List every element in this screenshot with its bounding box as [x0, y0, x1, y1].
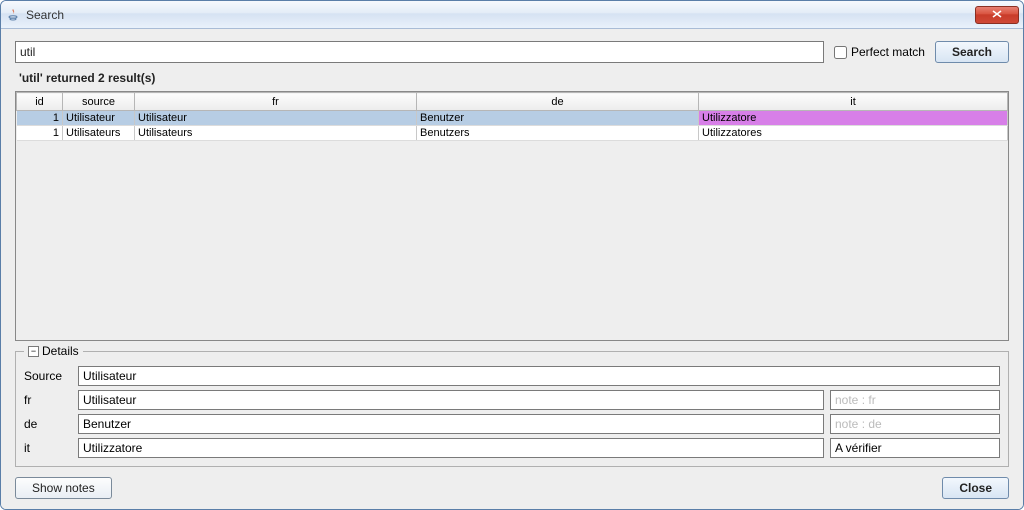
- window-close-button[interactable]: [975, 6, 1019, 24]
- perfect-match-label[interactable]: Perfect match: [834, 45, 925, 59]
- cell-de: Benutzer: [417, 111, 699, 126]
- content-area: Perfect match Search 'util' returned 2 r…: [1, 29, 1023, 509]
- col-de[interactable]: de: [417, 93, 699, 111]
- cell-fr: Utilisateur: [135, 111, 417, 126]
- it-field[interactable]: [78, 438, 824, 458]
- label-source: Source: [24, 369, 72, 383]
- fr-note-field[interactable]: [830, 390, 1000, 410]
- close-button[interactable]: Close: [942, 477, 1009, 499]
- cell-fr: Utilisateurs: [135, 126, 417, 141]
- col-id[interactable]: id: [17, 93, 63, 111]
- collapse-toggle-icon[interactable]: −: [28, 346, 39, 357]
- search-window: Search Perfect match Search 'util' retur…: [0, 0, 1024, 510]
- de-field[interactable]: [78, 414, 824, 434]
- details-title: − Details: [24, 344, 83, 358]
- results-table: id source fr de it 1 Utilisateur Utilisa…: [16, 92, 1008, 141]
- it-note-field[interactable]: [830, 438, 1000, 458]
- show-notes-button[interactable]: Show notes: [15, 477, 112, 499]
- bottom-button-row: Show notes Close: [15, 477, 1009, 499]
- de-note-field[interactable]: [830, 414, 1000, 434]
- java-icon: [5, 7, 21, 23]
- label-fr: fr: [24, 393, 72, 407]
- cell-de: Benutzers: [417, 126, 699, 141]
- search-input[interactable]: [15, 41, 824, 63]
- results-table-wrap: id source fr de it 1 Utilisateur Utilisa…: [15, 91, 1009, 341]
- results-summary: 'util' returned 2 result(s): [15, 69, 1009, 85]
- cell-source: Utilisateur: [63, 111, 135, 126]
- source-field[interactable]: [78, 366, 1000, 386]
- titlebar: Search: [1, 1, 1023, 29]
- cell-id: 1: [17, 111, 63, 126]
- label-de: de: [24, 417, 72, 431]
- perfect-match-text: Perfect match: [851, 45, 925, 59]
- col-it[interactable]: it: [699, 93, 1008, 111]
- cell-source: Utilisateurs: [63, 126, 135, 141]
- search-button[interactable]: Search: [935, 41, 1009, 63]
- perfect-match-checkbox[interactable]: [834, 46, 847, 59]
- col-fr[interactable]: fr: [135, 93, 417, 111]
- col-source[interactable]: source: [63, 93, 135, 111]
- details-title-text: Details: [42, 344, 79, 358]
- cell-id: 1: [17, 126, 63, 141]
- table-row[interactable]: 1 Utilisateur Utilisateur Benutzer Utili…: [17, 111, 1008, 126]
- fr-field[interactable]: [78, 390, 824, 410]
- close-icon: [992, 9, 1002, 21]
- label-it: it: [24, 441, 72, 455]
- table-row[interactable]: 1 Utilisateurs Utilisateurs Benutzers Ut…: [17, 126, 1008, 141]
- search-row: Perfect match Search: [15, 41, 1009, 63]
- window-title: Search: [26, 8, 64, 22]
- cell-it: Utilizzatore: [699, 111, 1008, 126]
- table-header-row: id source fr de it: [17, 93, 1008, 111]
- cell-it: Utilizzatores: [699, 126, 1008, 141]
- details-panel: − Details Source fr de it: [15, 351, 1009, 467]
